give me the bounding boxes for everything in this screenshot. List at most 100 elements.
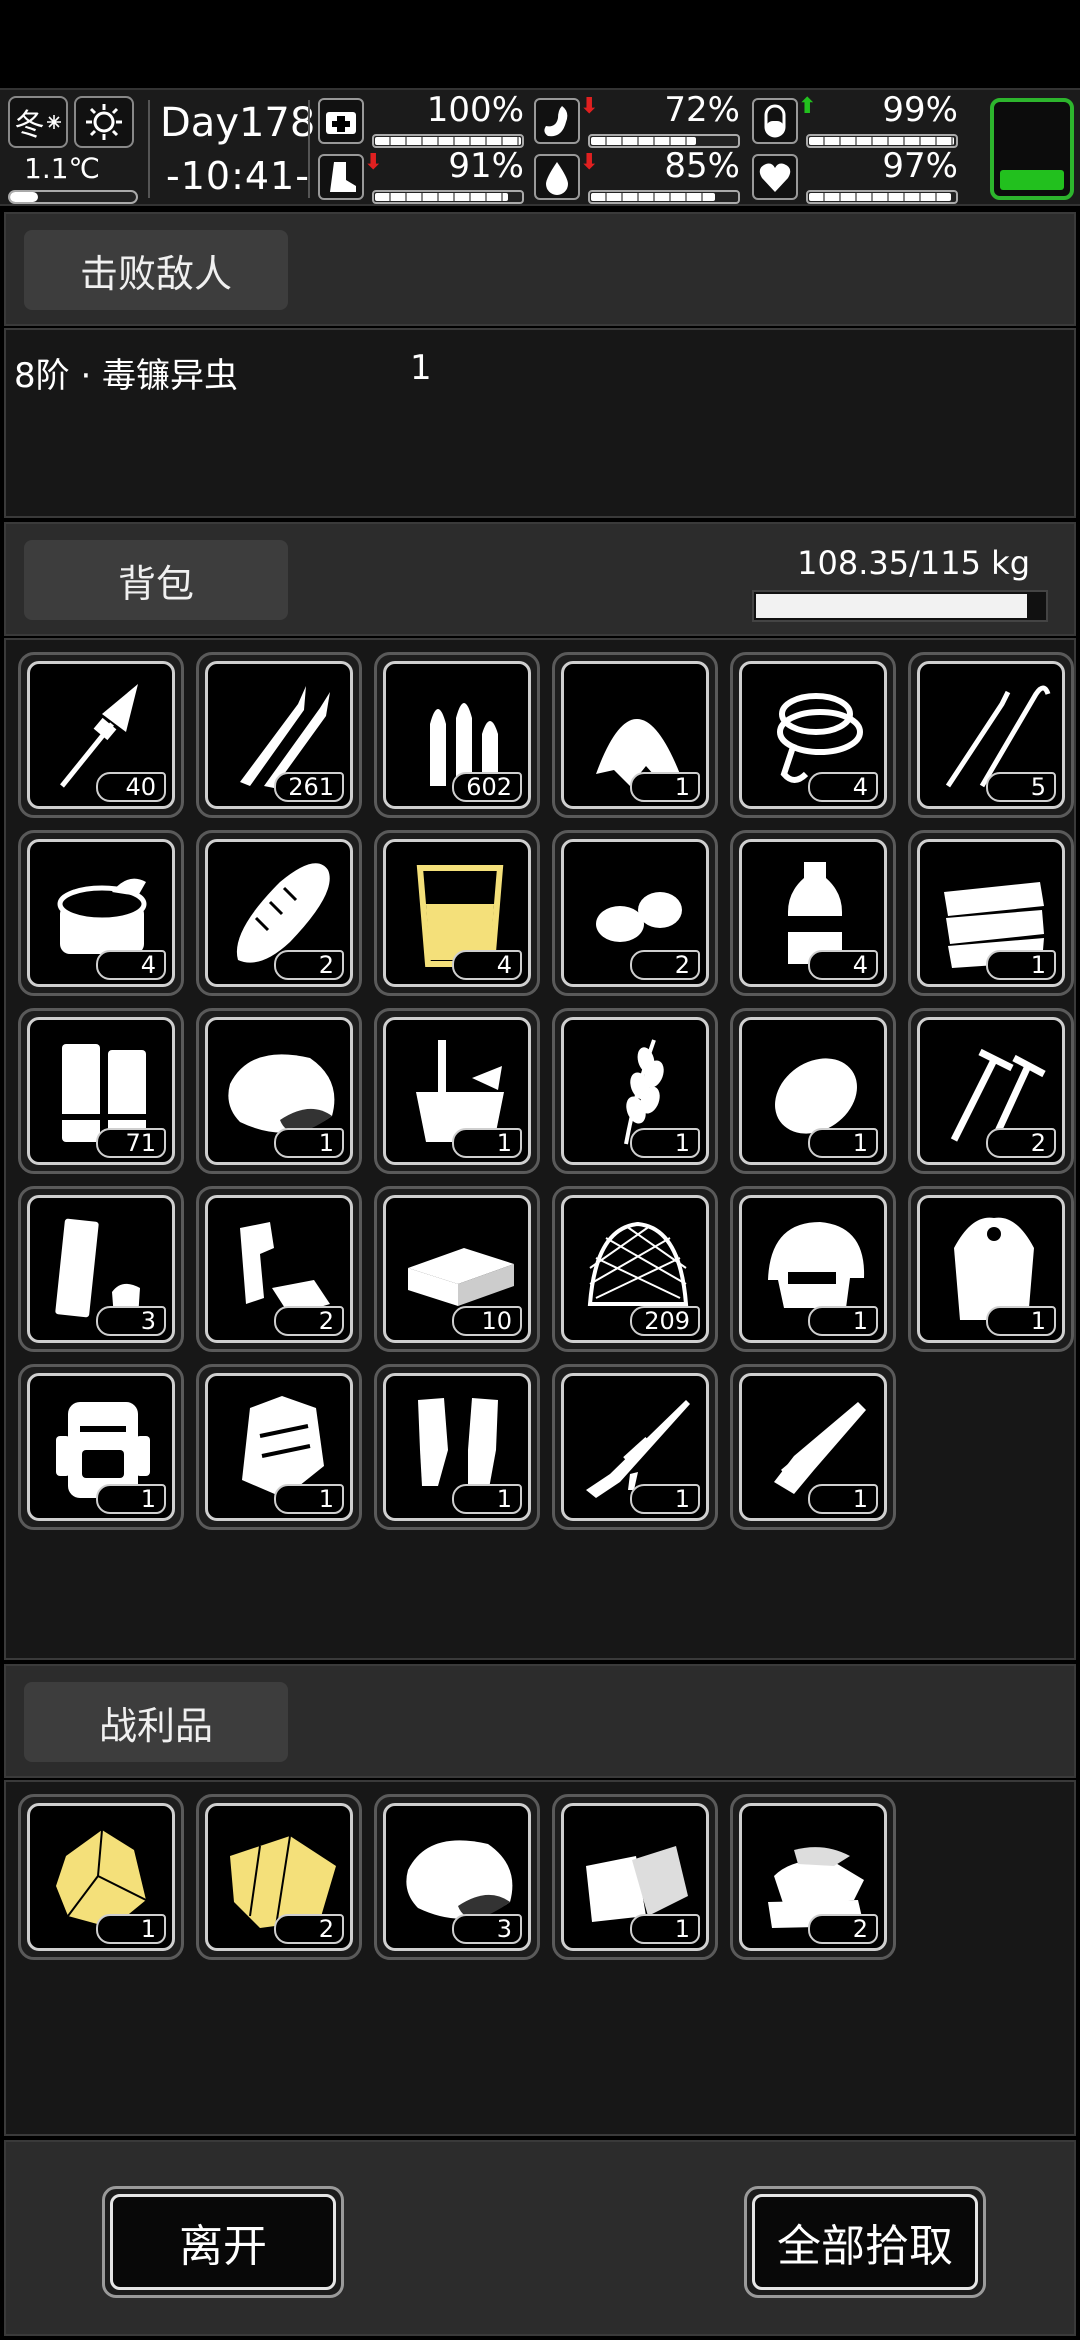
leave-button-label: 离开	[110, 2194, 336, 2290]
item-slot[interactable]: 40	[18, 652, 184, 818]
item-count: 1	[452, 1484, 522, 1514]
item-frame: 1	[383, 1017, 531, 1165]
item-count: 4	[96, 950, 166, 980]
heart-icon	[752, 154, 798, 200]
stomach-icon	[534, 98, 580, 144]
item-frame: 209	[561, 1195, 709, 1343]
stat-spirit: 97%	[752, 146, 964, 204]
backpack-weight: 108.35/115 kg	[797, 544, 1030, 582]
item-slot[interactable]: 602	[374, 652, 540, 818]
item-slot[interactable]: 1	[18, 1794, 184, 1960]
season-label: 冬	[14, 108, 45, 143]
defeated-list: 8阶 · 毒镰异虫 1	[4, 328, 1076, 518]
item-slot[interactable]: 1	[908, 1186, 1074, 1352]
weight-bar-fill	[756, 594, 1028, 618]
stat-bar-fill	[809, 137, 954, 145]
item-count: 10	[452, 1306, 522, 1336]
item-count: 1	[986, 950, 1056, 980]
item-slot[interactable]: 1	[730, 1364, 896, 1530]
item-slot[interactable]: 1	[552, 1794, 718, 1960]
stat-value: 100%	[426, 90, 524, 130]
item-slot[interactable]: 4	[730, 652, 896, 818]
item-frame: 1	[383, 1373, 531, 1521]
backpack-header: 背包 108.35/115 kg	[4, 522, 1076, 636]
item-slot[interactable]: 2	[552, 830, 718, 996]
weight-bar	[752, 590, 1048, 622]
loot-header: 战利品	[4, 1664, 1076, 1778]
item-slot[interactable]: 261	[196, 652, 362, 818]
item-count: 209	[630, 1306, 700, 1336]
leave-button[interactable]: 离开	[102, 2186, 344, 2298]
item-slot[interactable]: 1	[552, 1008, 718, 1174]
tab-backpack[interactable]: 背包	[24, 540, 288, 620]
item-slot[interactable]: 3	[374, 1794, 540, 1960]
item-slot[interactable]: 2	[196, 830, 362, 996]
item-count: 1	[630, 1484, 700, 1514]
item-frame: 1	[561, 1373, 709, 1521]
item-slot[interactable]: 3	[18, 1186, 184, 1352]
item-frame: 1	[205, 1373, 353, 1521]
boot-icon	[318, 154, 364, 200]
item-slot[interactable]: 5	[908, 652, 1074, 818]
item-slot[interactable]: 2	[908, 1008, 1074, 1174]
stat-value: 91%	[448, 146, 524, 186]
footer-bar: 离开 全部拾取	[4, 2140, 1076, 2336]
item-count: 602	[452, 772, 522, 802]
arrow-down-icon: ⬇	[580, 94, 599, 119]
item-slot[interactable]: 1	[730, 1008, 896, 1174]
pickup-all-button[interactable]: 全部拾取	[744, 2186, 986, 2298]
item-slot[interactable]: 4	[18, 830, 184, 996]
item-count: 1	[274, 1484, 344, 1514]
item-count: 2	[274, 1306, 344, 1336]
item-slot[interactable]: 4	[730, 830, 896, 996]
item-frame: 1	[27, 1373, 175, 1521]
item-slot[interactable]: 2	[730, 1794, 896, 1960]
item-count: 1	[630, 1914, 700, 1944]
battery-level	[1000, 169, 1064, 190]
item-frame: 1	[917, 1195, 1065, 1343]
temperature-bar	[8, 190, 138, 204]
backpack-panel: 40 261 602 1 4 5 4 2 4 2 4 1 71 1 1 1 1 …	[4, 638, 1076, 1660]
status-bar: 冬 1.1℃ Day178 -10:41- 100% ⬇ 72% ⬆ 99% ⬇…	[0, 88, 1080, 206]
item-slot[interactable]: 1	[374, 1364, 540, 1530]
item-frame: 1	[917, 839, 1065, 987]
item-slot[interactable]: 1	[196, 1008, 362, 1174]
item-slot[interactable]: 1	[196, 1364, 362, 1530]
item-frame: 2	[917, 1017, 1065, 1165]
item-slot[interactable]: 2	[196, 1794, 362, 1960]
item-frame: 602	[383, 661, 531, 809]
tab-loot[interactable]: 战利品	[24, 1682, 288, 1762]
item-slot[interactable]: 2	[196, 1186, 362, 1352]
item-count: 40	[96, 772, 166, 802]
item-slot[interactable]: 1	[552, 652, 718, 818]
item-frame: 3	[27, 1195, 175, 1343]
item-slot[interactable]: 1	[18, 1364, 184, 1530]
stat-bar-fill	[375, 137, 521, 145]
tab-defeated-enemies[interactable]: 击败敌人	[24, 230, 288, 310]
stat-stamina: ⬇ 91%	[318, 146, 530, 204]
item-slot[interactable]: 1	[374, 1008, 540, 1174]
item-slot[interactable]: 209	[552, 1186, 718, 1352]
battery-indicator	[990, 98, 1074, 200]
clock: -10:41-	[166, 154, 310, 198]
item-frame: 4	[383, 839, 531, 987]
item-count: 1	[808, 1306, 878, 1336]
item-slot[interactable]: 1	[908, 830, 1074, 996]
stat-hunger: ⬇ 72%	[534, 90, 746, 148]
item-frame: 4	[739, 661, 887, 809]
weather-panel: 冬 1.1℃	[8, 96, 140, 204]
arrow-down-icon: ⬇	[580, 150, 599, 175]
stat-thirst: ⬇ 85%	[534, 146, 746, 204]
item-count: 1	[96, 1484, 166, 1514]
pickup-all-button-label: 全部拾取	[752, 2194, 978, 2290]
item-count: 71	[96, 1128, 166, 1158]
item-slot[interactable]: 71	[18, 1008, 184, 1174]
temperature-bar-fill	[10, 192, 38, 202]
item-slot[interactable]: 4	[374, 830, 540, 996]
stat-bar-fill	[591, 137, 697, 145]
item-slot[interactable]: 1	[552, 1364, 718, 1530]
item-count: 261	[274, 772, 344, 802]
loot-grid: 1 2 3 1 2	[18, 1794, 1074, 1960]
item-slot[interactable]: 1	[730, 1186, 896, 1352]
item-slot[interactable]: 10	[374, 1186, 540, 1352]
